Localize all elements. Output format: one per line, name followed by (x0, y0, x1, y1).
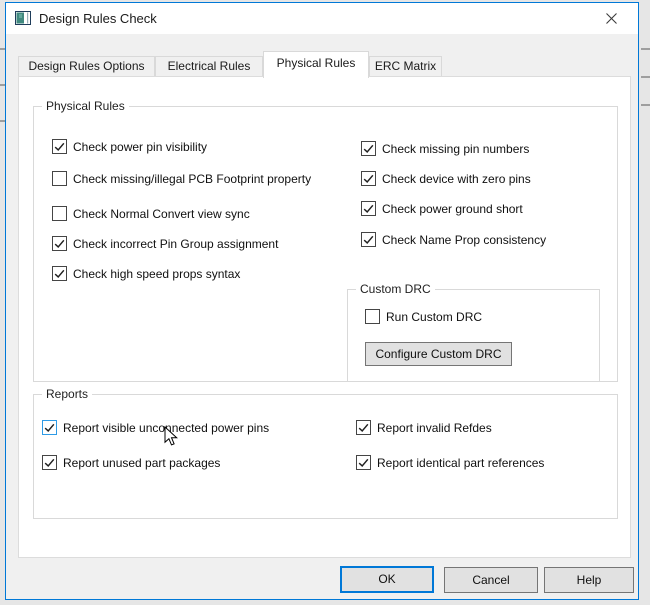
checkbox-box (52, 206, 67, 221)
checkbox-label: Check power ground short (382, 202, 523, 216)
checkbox-report-identical-part-references[interactable]: Report identical part references (356, 455, 544, 471)
checkbox-label: Report unused part packages (63, 456, 221, 470)
cancel-button[interactable]: Cancel (444, 567, 538, 593)
background-line (641, 48, 650, 50)
window-title: Design Rules Check (39, 11, 157, 26)
checkbox-check-power-ground-short[interactable]: Check power ground short (361, 201, 523, 217)
checkbox-label: Run Custom DRC (386, 310, 483, 324)
configure-custom-drc-button[interactable]: Configure Custom DRC (365, 342, 512, 366)
tab-physical-rules[interactable]: Physical Rules (263, 51, 369, 78)
checkbox-check-high-speed-props-syntax[interactable]: Check high speed props syntax (52, 266, 240, 282)
physical-rules-tab-page: Physical Rules Check power pin visibilit… (18, 76, 631, 558)
checkbox-label: Report invalid Refdes (377, 421, 492, 435)
app-icon (15, 11, 31, 25)
tab-electrical-rules[interactable]: Electrical Rules (155, 56, 263, 77)
checkbox-check-incorrect-pin-group-assignment[interactable]: Check incorrect Pin Group assignment (52, 236, 278, 252)
tab-erc-matrix[interactable]: ERC Matrix (369, 56, 442, 77)
checkbox-label: Check missing/illegal PCB Footprint prop… (73, 172, 312, 186)
checkbox-check-power-pin-visibility[interactable]: Check power pin visibility (52, 139, 207, 155)
checkbox-box (365, 309, 380, 324)
reports-group-label: Reports (42, 387, 93, 402)
checkbox-box (361, 141, 376, 156)
checkbox-box (52, 139, 67, 154)
checkbox-run-custom-drc[interactable]: Run Custom DRC (365, 309, 482, 325)
close-icon (605, 13, 617, 24)
checkbox-label: Report identical part references (377, 456, 545, 470)
checkbox-report-invalid-refdes[interactable]: Report invalid Refdes (356, 420, 492, 436)
custom-drc-group-label: Custom DRC (356, 282, 435, 297)
checkbox-check-name-prop-consistency[interactable]: Check Name Prop consistency (361, 232, 546, 248)
checkbox-box (42, 420, 57, 435)
design-rules-check-dialog: Design Rules Check Design Rules Options … (5, 2, 639, 600)
checkbox-check-device-with-zero-pins[interactable]: Check device with zero pins (361, 171, 531, 187)
checkbox-report-unused-part-packages[interactable]: Report unused part packages (42, 455, 220, 471)
checkbox-label: Check incorrect Pin Group assignment (73, 237, 279, 251)
checkbox-box (361, 201, 376, 216)
checkbox-check-missing-pin-numbers[interactable]: Check missing pin numbers (361, 141, 529, 157)
ok-button[interactable]: OK (340, 566, 434, 593)
mouse-cursor (164, 426, 178, 446)
screen: Design Rules Check Design Rules Options … (0, 0, 650, 605)
checkbox-label: Check missing pin numbers (382, 142, 530, 156)
checkbox-report-visible-unconnected-power-pins[interactable]: Report visible unconnected power pins (42, 420, 269, 436)
checkbox-box (361, 171, 376, 186)
custom-drc-group: Custom DRC (347, 282, 600, 382)
tab-design-rules-options[interactable]: Design Rules Options (18, 56, 155, 77)
checkbox-check-missing-illegal-pcb-footprint[interactable]: Check missing/illegal PCB Footprint prop… (52, 171, 311, 187)
checkbox-box (361, 232, 376, 247)
help-button[interactable]: Help (544, 567, 634, 593)
checkbox-label: Check device with zero pins (382, 172, 531, 186)
close-button[interactable] (594, 3, 628, 34)
checkbox-label: Check Name Prop consistency (382, 233, 547, 247)
checkbox-check-normal-convert-view-sync[interactable]: Check Normal Convert view sync (52, 206, 250, 222)
checkbox-label: Check Normal Convert view sync (73, 207, 250, 221)
checkbox-label: Check power pin visibility (73, 140, 208, 154)
background-line (641, 76, 650, 78)
checkbox-label: Check high speed props syntax (73, 267, 241, 281)
background-line (641, 104, 650, 106)
checkbox-box (52, 171, 67, 186)
titlebar: Design Rules Check (6, 3, 638, 34)
checkbox-box (356, 455, 371, 470)
checkbox-box (52, 236, 67, 251)
physical-rules-group-label: Physical Rules (42, 99, 129, 114)
checkbox-box (356, 420, 371, 435)
checkbox-box (52, 266, 67, 281)
checkbox-box (42, 455, 57, 470)
